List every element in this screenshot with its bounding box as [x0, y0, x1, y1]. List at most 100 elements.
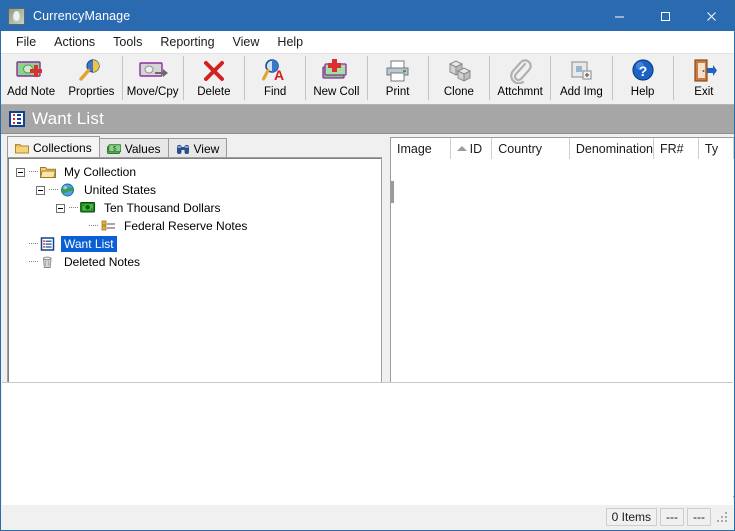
column-header-country[interactable]: Country [492, 138, 570, 159]
column-header-type[interactable]: Ty [699, 138, 734, 159]
folder-icon [14, 142, 29, 154]
column-header-id[interactable]: ID [451, 138, 493, 159]
toolbar-button-new-collection[interactable]: New Coll [306, 54, 366, 102]
toolbar-label: Help [630, 86, 655, 98]
toolbar-label: Delete [197, 86, 231, 98]
status-bar: 0 Items --- --- [2, 505, 733, 529]
status-field-2: --- [660, 508, 684, 526]
column-header-denomination[interactable]: Denomination [570, 138, 655, 159]
toolbar-label: Proprties [68, 86, 115, 98]
menu-item-tools[interactable]: Tools [104, 33, 151, 51]
expander-minus-icon[interactable] [16, 167, 25, 177]
expander-minus-icon[interactable] [56, 203, 65, 213]
image-plus-icon [564, 57, 598, 85]
tree-node-want-list[interactable]: Want List [14, 235, 381, 253]
tree-connector [89, 225, 98, 227]
menu-item-view[interactable]: View [224, 33, 269, 51]
toolbar-label: Exit [694, 86, 714, 98]
window-controls [596, 1, 734, 31]
toolbar-button-properties[interactable]: Proprties [61, 54, 121, 102]
sort-ascending-icon [456, 146, 467, 151]
menu-item-actions[interactable]: Actions [45, 33, 104, 51]
tree-connector [49, 189, 58, 191]
money-icon: $ [106, 143, 122, 155]
banknote-arrow-icon [136, 57, 170, 85]
tab-view[interactable]: View [167, 138, 228, 158]
toolbar-label: Add Note [7, 86, 56, 98]
toolbar-label: New Coll [313, 86, 360, 98]
note-type-icon [100, 219, 117, 234]
page-header-banner: Want List [1, 105, 734, 134]
toolbar-button-print[interactable]: Print [368, 54, 428, 102]
toolbar-label: Clone [443, 86, 474, 98]
expander-none [16, 258, 25, 267]
toolbar-button-attachment[interactable]: Attchmnt [490, 54, 550, 102]
list-row-grip[interactable] [391, 181, 394, 203]
tab-collections[interactable]: Collections [7, 136, 100, 158]
tree-node-label: Federal Reserve Notes [124, 219, 248, 233]
tab-values[interactable]: $ Values [98, 138, 169, 158]
toolbar: Add Note Proprties Move/Cpy Delete A Fin… [1, 54, 734, 105]
printer-icon [381, 57, 415, 85]
toolbar-button-delete[interactable]: Delete [184, 54, 244, 102]
tree-node-label: Deleted Notes [64, 255, 141, 269]
trash-icon [40, 255, 57, 270]
tree-node-united-states[interactable]: United States [14, 181, 381, 199]
close-button[interactable] [688, 1, 734, 31]
tab-label: Collections [33, 140, 92, 155]
banknote-green-icon [80, 201, 97, 216]
toolbar-button-add-note[interactable]: Add Note [1, 54, 61, 102]
cubes-icon [442, 57, 476, 85]
toolbar-button-add-image[interactable]: Add Img [551, 54, 611, 102]
tab-label: View [193, 141, 220, 156]
folder-open-icon [39, 165, 57, 180]
column-header-image[interactable]: Image [391, 138, 451, 159]
tree-node-label: Want List [61, 236, 117, 252]
details-panel [2, 382, 733, 505]
expander-minus-icon[interactable] [36, 185, 45, 195]
toolbar-button-help[interactable]: ? Help [613, 54, 673, 102]
svg-text:?: ? [638, 63, 647, 79]
expander-none [76, 222, 85, 231]
tree-node-ten-thousand-dollars[interactable]: Ten Thousand Dollars [14, 199, 381, 217]
menu-item-reporting[interactable]: Reporting [151, 33, 223, 51]
tree-connector [29, 243, 38, 245]
list-details-icon [9, 111, 25, 127]
tree-node-label: United States [84, 183, 157, 197]
paperclip-icon [503, 57, 537, 85]
minimize-button[interactable] [596, 1, 642, 31]
banknote-stack-plus-icon [319, 57, 353, 85]
list-column-headers: Image ID Country Denomination FR# Ty [391, 138, 734, 160]
column-header-frnum[interactable]: FR# [654, 138, 699, 159]
maximize-button[interactable] [642, 1, 688, 31]
toolbar-button-move-copy[interactable]: Move/Cpy [123, 54, 183, 102]
tree-node-label: Ten Thousand Dollars [104, 201, 221, 215]
toolbar-label: Find [263, 86, 287, 98]
toolbar-button-clone[interactable]: Clone [429, 54, 489, 102]
tree-node-my-collection[interactable]: My Collection [14, 163, 381, 181]
list-details-icon [40, 236, 57, 252]
status-items-count: 0 Items [605, 508, 657, 526]
toolbar-label: Add Img [559, 86, 603, 98]
title-bar: CurrencyManage [1, 1, 734, 31]
tree-node-deleted-notes[interactable]: Deleted Notes [14, 253, 381, 271]
banknote-portrait-icon [8, 7, 25, 25]
binoculars-icon [176, 143, 190, 155]
svg-text:A: A [274, 67, 284, 83]
toolbar-label: Attchmnt [497, 86, 543, 98]
toolbar-label: Move/Cpy [126, 86, 179, 98]
tab-label: Values [124, 141, 161, 156]
menu-item-file[interactable]: File [7, 33, 45, 51]
expander-none [16, 240, 25, 249]
question-circle-icon: ? [626, 57, 660, 85]
tree-node-federal-reserve-notes[interactable]: Federal Reserve Notes [14, 217, 381, 235]
menu-item-help[interactable]: Help [268, 33, 312, 51]
application-window: CurrencyManage File Actions Tools Report… [0, 0, 735, 531]
menu-bar: File Actions Tools Reporting View Help [1, 31, 734, 54]
toolbar-button-find[interactable]: A Find [245, 54, 305, 102]
window-title: CurrencyManage [33, 9, 131, 23]
status-field-3: --- [687, 508, 711, 526]
tree-connector [29, 171, 38, 173]
toolbar-button-exit[interactable]: Exit [674, 54, 734, 102]
resize-grip-icon[interactable] [714, 509, 730, 525]
